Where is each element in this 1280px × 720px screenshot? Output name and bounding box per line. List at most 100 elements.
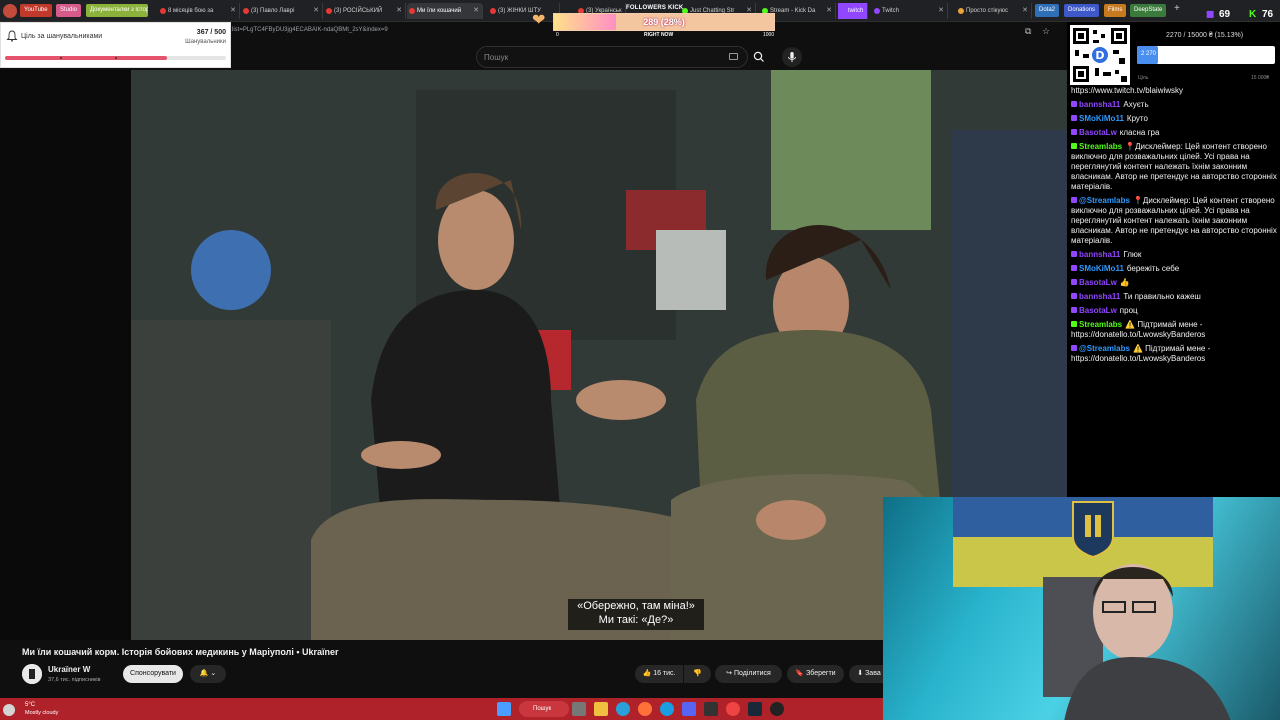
chat-username[interactable]: SMoKiMo11 [1079, 114, 1124, 123]
chat-username[interactable]: SMoKiMo11 [1079, 264, 1124, 273]
chat-username[interactable]: BasotaLw [1079, 128, 1117, 137]
channel-name[interactable]: Ukraїner W [48, 665, 90, 674]
kick-progress-value: 289 (28%) [643, 17, 685, 27]
channel-subscribers: 37,6 тис. підписників [48, 677, 101, 683]
kick-logo-icon: K [1249, 9, 1257, 20]
bookmark-films[interactable]: Films [1104, 4, 1127, 17]
close-icon[interactable]: ✕ [473, 3, 479, 19]
new-tab-button[interactable]: + [1174, 3, 1180, 14]
kick-widget-label: FOLLOWERS KICK [626, 5, 684, 11]
edge-icon[interactable] [616, 702, 630, 716]
app-icon[interactable] [770, 702, 784, 716]
chat-username[interactable]: Streamlabs [1079, 320, 1122, 329]
bookmark-donations[interactable]: Donations [1064, 4, 1100, 17]
discord-icon[interactable] [682, 702, 696, 716]
notifications-button[interactable]: 🔔 ⌄ [190, 665, 226, 683]
bookmark-icon: 🔖 [795, 670, 805, 677]
chat-message: Streamlabs 📍Дисклеймер: Цей контент створ… [1071, 142, 1277, 192]
chat-username[interactable]: bannsha11 [1079, 250, 1120, 259]
youtube-icon [326, 8, 332, 14]
close-icon[interactable]: ✕ [826, 3, 832, 19]
microphone-icon[interactable] [782, 47, 802, 67]
chat-username[interactable]: @Streamlabs [1079, 344, 1130, 353]
thumbs-up-icon: 👍 [642, 670, 652, 677]
close-icon[interactable]: ✕ [230, 3, 236, 19]
search-icon[interactable] [749, 47, 769, 67]
chat-badge-icon [1071, 101, 1077, 107]
sponsor-button[interactable]: Спонсорувати [123, 665, 183, 683]
tab-twitch-bookmark[interactable]: twitch [838, 3, 868, 19]
tab-active[interactable]: Ми їли кошачий ✕ [407, 3, 483, 19]
bookmark-deepstate[interactable]: DeepState [1130, 4, 1167, 17]
bookmark-studio[interactable]: Studio [56, 4, 82, 17]
youtube-icon [160, 8, 166, 14]
youtube-icon [409, 8, 415, 14]
chat-username[interactable]: BasotaLw [1079, 278, 1117, 287]
download-icon: ⬇ [857, 670, 864, 677]
telegram-icon[interactable] [660, 702, 674, 716]
dislike-button[interactable]: 👎 [684, 665, 711, 683]
tab-twitch[interactable]: Twitch ✕ [872, 3, 948, 19]
chat-username[interactable]: bannsha11 [1079, 292, 1120, 301]
chat-badge-icon [1071, 293, 1077, 299]
tab-stickers[interactable]: Просто стікуюс ✕ [956, 3, 1032, 19]
chat-message: SMoKiMo11 Круто [1071, 114, 1277, 124]
qr-code: D [1070, 25, 1130, 85]
tab-3[interactable]: (3) РОСІЙСЬКИЙ ✕ [324, 3, 406, 19]
chat-message: BasotaLw 👍 [1071, 278, 1277, 288]
twitch-viewer-count: 69 [1219, 9, 1231, 20]
chat-username[interactable]: bannsha11 [1079, 100, 1120, 109]
bell-icon [6, 30, 18, 42]
tab-2[interactable]: (3) Павло Лаврі ✕ [241, 3, 323, 19]
bookmark-dota2[interactable]: Dota2 [1035, 4, 1060, 17]
twitch-logo-icon: ◼ [1206, 9, 1215, 20]
weather-widget[interactable]: 5°C Mostly cloudy [3, 701, 73, 719]
chat-message: BasotaLw класна гра [1071, 128, 1277, 138]
file-explorer-icon[interactable] [594, 702, 608, 716]
chat-badge-icon [1071, 307, 1077, 313]
share-button[interactable]: ↪ Поділитися [715, 665, 782, 683]
chat-username[interactable]: BasotaLw [1079, 306, 1117, 315]
close-icon[interactable]: ✕ [1022, 3, 1028, 19]
bookmark-star-icon[interactable]: ☆ [1042, 26, 1050, 37]
cast-icon[interactable]: ⧉ [1025, 26, 1031, 37]
subtitle-box: «Обережно, там міна!» Ми такі: «Де?» [568, 599, 704, 630]
search-input[interactable]: Пошук [476, 46, 748, 68]
windows-start-icon[interactable] [497, 702, 511, 716]
chat-text: Глюк [1123, 250, 1142, 259]
close-icon[interactable]: ✕ [313, 3, 319, 19]
profile-avatar[interactable] [3, 4, 17, 18]
goal-title: Ціль за шанувальниками [21, 33, 103, 40]
firefox-icon[interactable] [638, 702, 652, 716]
steam-icon[interactable] [748, 702, 762, 716]
url-text[interactable]: list=PLgTC4FByDU3jg4ECABAIK-ndaQBMt_2sY&… [232, 27, 388, 33]
goal-progress-track [5, 56, 226, 60]
like-button[interactable]: 👍 16 тис. [635, 665, 683, 683]
close-icon[interactable]: ✕ [938, 3, 944, 19]
keyboard-icon[interactable] [729, 53, 738, 60]
screen: YouTube Studio Документалки з історії 8 … [0, 0, 1280, 720]
goal-count: 367 / 500 [196, 29, 226, 36]
weather-temperature: 5°C [25, 702, 36, 708]
chrome-icon[interactable] [726, 702, 740, 716]
chat-badge-icon [1071, 197, 1077, 203]
webcam-overlay [883, 497, 1280, 720]
taskbar-search[interactable]: Пошук [519, 701, 569, 717]
chat-username[interactable]: Streamlabs [1079, 142, 1122, 151]
chat-text: проц [1119, 306, 1138, 315]
task-view-icon[interactable] [572, 702, 586, 716]
donation-bar-label: 2 270 [1141, 51, 1157, 57]
subtitle-line-1: «Обережно, там міна!» [577, 600, 695, 612]
close-icon[interactable]: ✕ [396, 3, 402, 19]
save-button[interactable]: 🔖 Зберегти [787, 665, 844, 683]
bookmark-documentaries[interactable]: Документалки з історії [86, 4, 148, 17]
bookmark-youtube[interactable]: YouTube [20, 4, 52, 17]
obs-icon[interactable] [704, 702, 718, 716]
chat-badge-icon [1071, 345, 1077, 351]
youtube-icon [243, 8, 249, 14]
channel-avatar[interactable] [22, 664, 42, 684]
chat-username[interactable]: @Streamlabs [1079, 196, 1130, 205]
tab-1[interactable]: 8 місяців бою за ✕ [158, 3, 240, 19]
chat-message: bannsha11 Глюк [1071, 250, 1277, 260]
kick-now-label: RIGHT NOW [644, 32, 674, 38]
